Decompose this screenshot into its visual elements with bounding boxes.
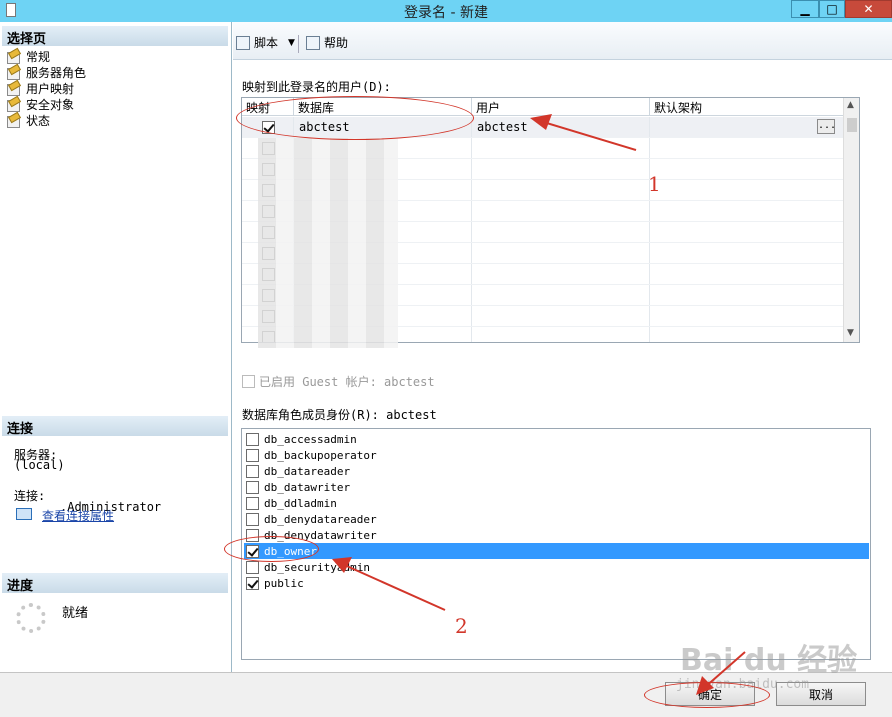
annotation-arrows xyxy=(332,114,746,695)
annotation-arrowhead-1 xyxy=(530,114,552,130)
annotation-arrowhead-2 xyxy=(332,557,352,573)
annotation-arrow-3 xyxy=(703,651,746,689)
annotation-arrowhead-3 xyxy=(696,676,714,695)
annotation-arrow-2 xyxy=(339,562,446,611)
annotation-arrow-1 xyxy=(539,120,637,151)
